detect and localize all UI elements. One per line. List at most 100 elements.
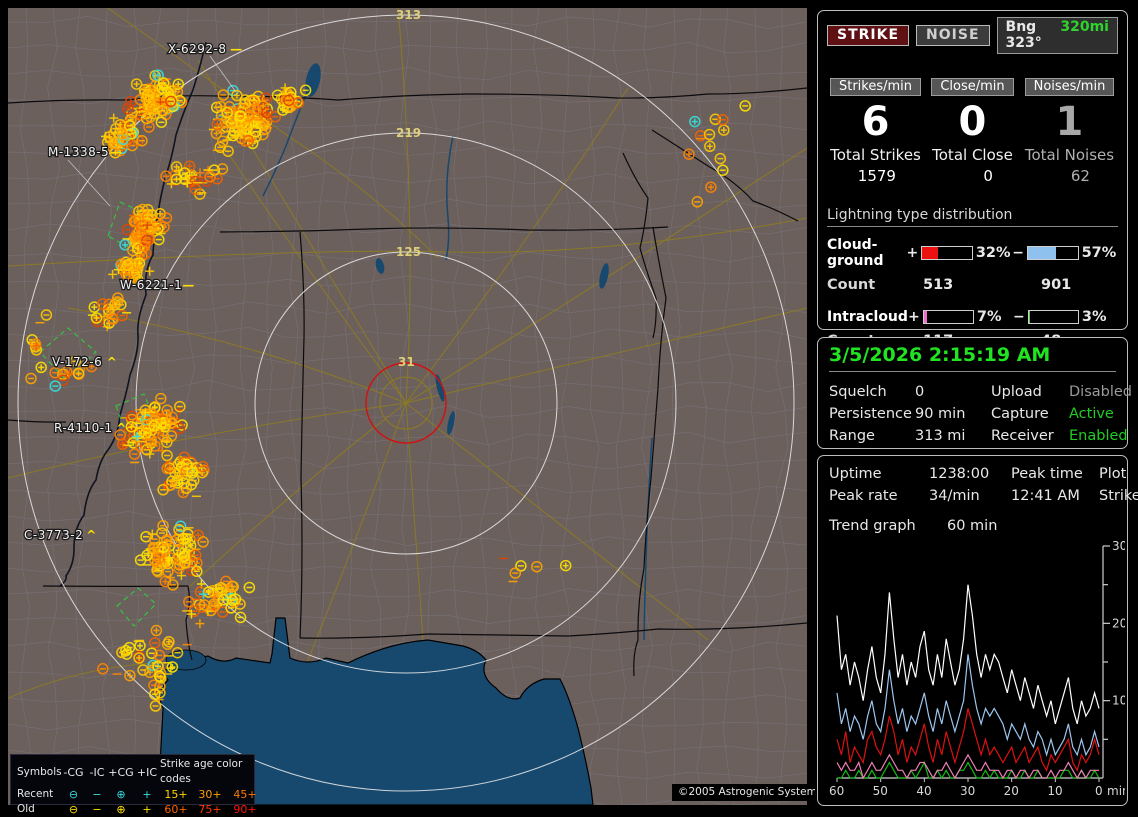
minus-sign: − — [1012, 245, 1024, 261]
neg-cg-recent-icon: ⊖ — [61, 787, 86, 802]
storm-cell-label: C-3773-2 — [24, 528, 83, 542]
storm-cell-label: M-1338-5 — [48, 145, 109, 159]
cg-plus-pct: 32% — [976, 245, 1012, 261]
x-tick-label: 0 — [1095, 784, 1103, 798]
legend-age-header: Strike age color codes — [160, 757, 262, 787]
ic-minus-pct: 3% — [1082, 309, 1118, 325]
age-90: 90+ — [228, 802, 262, 817]
ic-minus-bar — [1028, 310, 1079, 324]
pos-cg-recent-icon: ⊕ — [108, 787, 134, 802]
age-75: 75+ — [192, 802, 228, 817]
noise-button[interactable]: NOISE — [916, 25, 989, 46]
cg-minus-count: 901 — [1041, 277, 1071, 293]
legend-row-recent: Recent — [17, 787, 61, 802]
range-ring-label: 219 — [396, 126, 421, 140]
trend-graph-label: Trend graph — [829, 518, 947, 534]
close-per-min-value: 0 — [959, 100, 987, 144]
total-noises-value: 62 — [1071, 167, 1118, 185]
receiver-label: Receiver — [991, 428, 1069, 444]
plot-label: Plot — [1099, 466, 1138, 482]
cell-trend-indicator: ^ — [86, 528, 96, 542]
trend-series-pos-cg — [837, 708, 1099, 770]
legend-symbols-header: Symbols — [17, 765, 61, 780]
lightning-map[interactable]: 31321912531X-6292-8—M-1338-5—W-6221-1—V-… — [8, 8, 807, 805]
peak-rate-value: 34/min — [929, 488, 1011, 504]
pos-cg-old-icon: ⊕ — [108, 802, 134, 817]
strikes-per-min-value: 6 — [862, 100, 890, 144]
range-ring-label: 313 — [396, 8, 421, 22]
persistence-label: Persistence — [829, 406, 915, 422]
legend-col-pos-ic: +IC — [134, 765, 160, 780]
legend-col-neg-ic: -IC — [86, 765, 108, 780]
cell-trend-indicator: ^ — [107, 355, 117, 369]
y-tick-label: 30 — [1112, 539, 1125, 553]
cell-trend-indicator: — — [182, 278, 194, 292]
alarm-ring-label: 31 — [398, 355, 415, 369]
cg-minus-pct: 57% — [1082, 245, 1118, 261]
x-tick-label: 50 — [873, 784, 888, 798]
uptime-value: 1238:00 — [929, 466, 1011, 482]
age-30: 30+ — [192, 787, 228, 802]
storm-cell-label: R-4110-1 — [54, 421, 113, 435]
range-value: 313 mi — [915, 428, 991, 444]
strikes-per-min-chip: Strikes/min — [830, 78, 921, 96]
plus-sign: + — [908, 309, 920, 325]
noises-per-min-value: 1 — [1056, 100, 1084, 144]
pos-ic-old-icon: + — [134, 802, 160, 817]
cell-trend-indicator: ^ — [116, 421, 126, 435]
range-label: Range — [829, 428, 915, 444]
trend-group: Uptime 1238:00 Peak time Plot Peak rate … — [817, 455, 1128, 806]
x-axis-unit: min — [1107, 784, 1125, 798]
capture-value: Active — [1069, 406, 1132, 422]
cursor-distance: 320mi — [1060, 19, 1109, 51]
cell-trend-indicator: — — [230, 42, 242, 56]
cell-trend-indicator: — — [110, 145, 122, 159]
map-canvas[interactable]: 31321912531X-6292-8—M-1338-5—W-6221-1—V-… — [8, 8, 807, 805]
squelch-value: 0 — [915, 384, 991, 400]
legend-row-old: Old — [17, 802, 61, 817]
plot-mode-value: Strike — [1099, 488, 1138, 504]
ic-plus-pct: 7% — [977, 309, 1013, 325]
storm-cell-label: W-6221-1 — [120, 278, 182, 292]
cg-plus-bar — [921, 246, 973, 260]
cloud-ground-label: Cloud-ground — [827, 237, 906, 269]
neg-cg-old-icon: ⊖ — [61, 802, 86, 817]
storm-cell-label: V-172-6 — [52, 355, 102, 369]
receiver-value: Enabled — [1069, 428, 1132, 444]
age-45: 45+ — [228, 787, 262, 802]
age-60: 60+ — [160, 802, 192, 817]
peak-time-value: 12:41 AM — [1011, 488, 1099, 504]
status-group: 3/5/2026 2:15:19 AM Squelch 0 Upload Dis… — [817, 337, 1128, 449]
copyright-text: ©2005 Astrogenic Systems — [672, 784, 828, 801]
peak-time-label: Peak time — [1011, 466, 1099, 482]
total-strikes-label: Total Strikes — [830, 146, 921, 164]
squelch-label: Squelch — [829, 384, 915, 400]
cg-plus-count: 513 — [923, 277, 1041, 293]
strike-button[interactable]: STRIKE — [827, 25, 909, 46]
uptime-label: Uptime — [829, 466, 929, 482]
map-legend: Symbols -CG -IC +CG +IC Strike age color… — [10, 754, 255, 805]
x-tick-label: 40 — [916, 784, 931, 798]
y-tick-label: 20 — [1112, 616, 1125, 630]
y-tick-label: 10 — [1112, 694, 1125, 708]
datetime-display: 3/5/2026 2:15:19 AM — [829, 344, 1116, 372]
total-strikes-value: 1579 — [858, 167, 924, 185]
plus-sign: + — [906, 245, 918, 261]
side-panel: STRIKE NOISE Bng 323° 320mi Strikes/min … — [815, 0, 1132, 812]
cg-count-label: Count — [827, 277, 923, 293]
peak-rate-label: Peak rate — [829, 488, 929, 504]
x-tick-label: 60 — [829, 784, 844, 798]
distribution-title: Lightning type distribution — [827, 207, 1118, 227]
x-tick-label: 10 — [1047, 784, 1062, 798]
total-noises-label: Total Noises — [1025, 146, 1114, 164]
trend-series-neg-cg — [837, 654, 1099, 755]
legend-col-neg-cg: -CG — [61, 765, 86, 780]
upload-value: Disabled — [1069, 384, 1132, 400]
trend-chart: 1020306050403020100min — [829, 538, 1125, 800]
trend-window-value: 60 min — [947, 518, 1116, 534]
close-per-min-chip: Close/min — [931, 78, 1013, 96]
age-15: 15+ — [160, 787, 192, 802]
counters-group: STRIKE NOISE Bng 323° 320mi Strikes/min … — [817, 10, 1128, 330]
x-tick-label: 20 — [1004, 784, 1019, 798]
pos-ic-recent-icon: + — [134, 787, 160, 802]
